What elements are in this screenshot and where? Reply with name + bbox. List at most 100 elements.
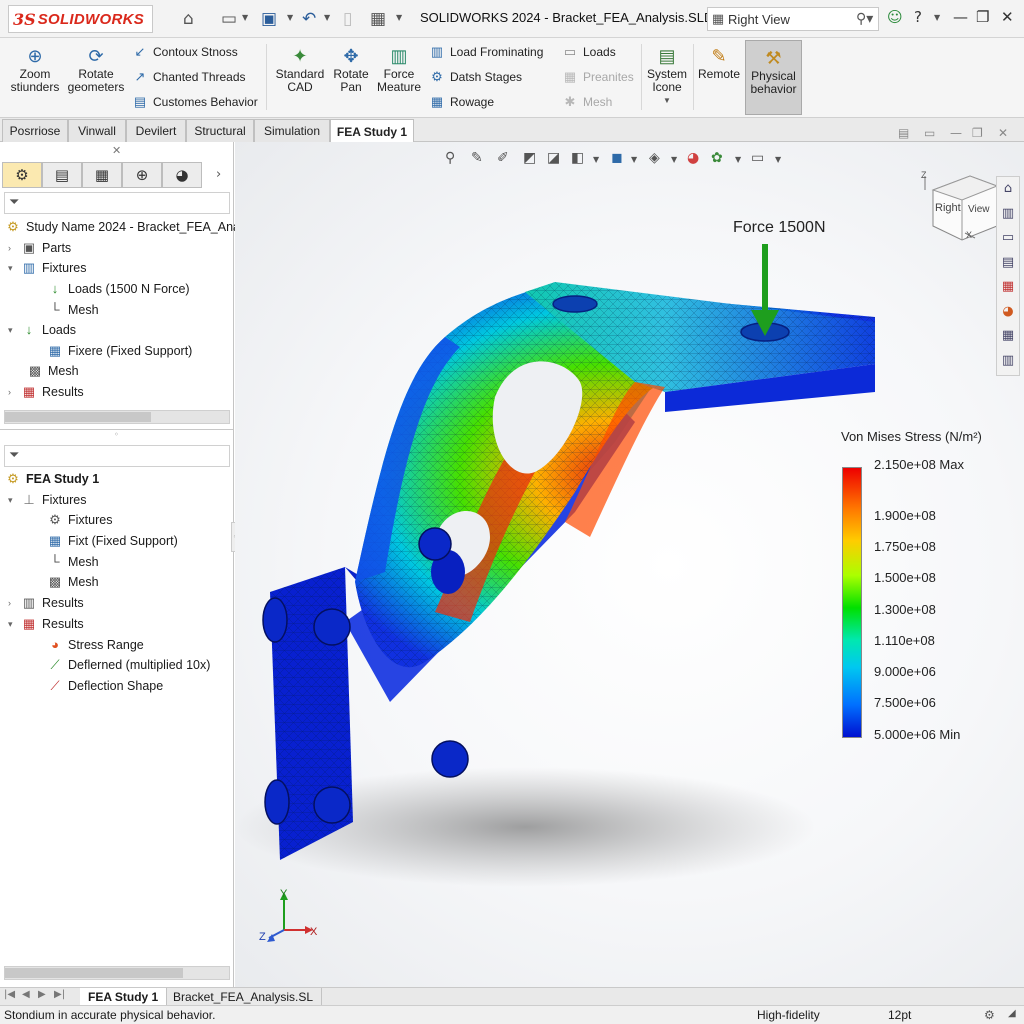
appearance-tab-icon[interactable]: ◕ [162,162,202,188]
options-dropdown-icon[interactable]: ▼ [396,13,402,22]
collapse-arrow-icon[interactable]: ▾ [8,619,20,630]
horizontal-scrollbar[interactable] [4,410,230,424]
tree-mesh[interactable]: ▩ Mesh [46,572,99,592]
close-icon[interactable]: ✕ [1001,8,1014,26]
search-icon[interactable]: ⚲▾ [856,11,878,27]
expand-arrow-icon[interactable]: › [8,387,20,397]
fea-model-graphic[interactable]: Right View Z X Y X Z [235,142,1024,988]
tree-results[interactable]: › ▥ Results [8,593,84,613]
datsh-stages-button[interactable]: ⚙ Datsh Stages [428,67,522,87]
collapse-arrow-icon[interactable]: ▾ [8,325,20,336]
viewport-close-icon[interactable]: ✕ [998,126,1008,140]
horizontal-scrollbar[interactable] [4,966,230,980]
tree-study-name[interactable]: ⚙ Study Name 2024 - Bracket_FEA_Analy [4,217,249,237]
tab-simulation[interactable]: Simulation [254,119,330,142]
tree-stress-range[interactable]: ◕ Stress Range [46,635,144,655]
rotate-geometers-button[interactable]: ⟳ Rotate geometers [64,44,128,94]
tree-deflection-shape[interactable]: ⟋ Deflection Shape [46,676,163,696]
resources-icon[interactable]: ▥ [997,202,1019,227]
tree-fixt[interactable]: ▦ Fixt (Fixed Support) [46,531,178,551]
tree-results[interactable]: › ▦ Results [8,382,84,402]
open-folder-icon[interactable]: ▭ [221,9,237,29]
force-meature-button[interactable]: ▥ Force Meature [374,44,424,94]
rotate-pan-button[interactable]: ✥ Rotate Pan [330,44,372,94]
tree-loads-force[interactable]: ↓ Loads (1500 N Force) [46,279,190,299]
tree-filter-input[interactable]: ⏷ [4,192,230,214]
tab-structural[interactable]: Structural [186,119,254,142]
splitter-handle-icon[interactable]: ◦ [114,430,119,439]
minimize-icon[interactable]: — [953,8,968,26]
tab-vinwall[interactable]: Vinwall [68,119,126,142]
search-input[interactable]: Right View [728,12,856,27]
settings-gear-icon[interactable]: ⚙ [984,1008,995,1022]
tab-scroll-last-icon[interactable]: ▶| [54,989,65,1000]
tree-mesh[interactable]: └ Mesh [46,552,98,572]
chanted-threads-button[interactable]: ↗ Chanted Threads [131,67,246,87]
tree-filter-input[interactable]: ⏷ [4,445,230,467]
undo-dropdown-icon[interactable]: ▼ [324,13,330,22]
save-dropdown-icon[interactable]: ▼ [287,13,293,22]
viewport-split-icon[interactable]: ▭ [924,126,935,140]
system-dropdown-icon[interactable]: ▼ [645,94,689,107]
resize-grip-icon[interactable]: ◢ [1008,1008,1016,1019]
restore-icon[interactable]: ❐ [976,8,989,26]
collapse-arrow-icon[interactable]: ▾ [8,263,20,274]
tab-scroll-next-icon[interactable]: ▶ [38,989,46,1000]
open-dropdown-icon[interactable]: ▼ [242,13,248,22]
configuration-tab-icon[interactable]: ▦ [82,162,122,188]
tree-parts[interactable]: › ▣ Parts [8,238,71,258]
custom-properties-icon[interactable]: ▦ [997,324,1019,349]
tab-fea-study[interactable]: FEA Study 1 [330,119,414,143]
system-icone-button[interactable]: ▤ System Icone ▼ [645,44,689,107]
save-icon[interactable]: ▣ [261,9,277,29]
mesh-button[interactable]: ✱ Mesh [561,92,613,112]
loads-button[interactable]: ▭ Loads [561,42,616,62]
select-icon[interactable]: ▯ [343,9,352,29]
search-box[interactable]: ▦ Right View ⚲▾ [707,7,879,31]
contour-stress-button[interactable]: ↙ Contoux Stnoss [131,42,238,62]
options-icon[interactable]: ▦ [370,9,386,29]
tree-results[interactable]: ▾ ▦ Results [8,614,84,634]
zoom-button[interactable]: ⊕ Zoom stiunders [8,44,62,94]
viewport-layout-icon[interactable]: ▤ [898,126,909,140]
panel-collapse-icon[interactable]: ✕ [112,144,121,157]
preanites-button[interactable]: ▦ Preanites [561,67,634,87]
scrollbar-thumb[interactable] [5,412,151,422]
home-icon[interactable]: ⌂ [183,9,194,29]
property-manager-tab-icon[interactable]: ▤ [42,162,82,188]
standard-cad-button[interactable]: ✦ Standard CAD [272,44,328,94]
remote-button[interactable]: ✎ Remote [697,44,741,81]
feature-tree-tab-icon[interactable]: ⚙ [2,162,42,188]
tree-fixtures-item[interactable]: ⚙ Fixtures [46,510,112,530]
status-quality[interactable]: High-fidelity [757,1008,820,1022]
tree-mesh[interactable]: └ Mesh [46,300,98,320]
rowage-button[interactable]: ▦ Rowage [428,92,494,112]
bottom-tab-fea-study[interactable]: FEA Study 1 [80,988,168,1006]
expand-arrow-icon[interactable]: › [8,598,20,608]
tree-loads[interactable]: ▾ ↓ Loads [8,320,76,340]
user-icon[interactable]: ☺ [887,8,903,26]
solidworks-forum-icon[interactable]: ▥ [997,349,1019,374]
scrollbar-thumb[interactable] [5,968,183,978]
appearances-icon[interactable]: ◕ [997,300,1019,325]
bottom-tab-model[interactable]: Bracket_FEA_Analysis.SL [165,988,323,1006]
dimxpert-tab-icon[interactable]: ⊕ [122,162,162,188]
home-icon[interactable]: ⌂ [997,177,1019,202]
viewport-restore-icon[interactable]: ❐ [972,126,983,140]
solidworks-logo[interactable]: 3S SOLIDWORKS [8,5,153,33]
view-palette-icon[interactable]: ▦ [997,275,1019,300]
physical-behavior-button[interactable]: ⚒ Physical behavior [745,40,802,115]
tree-deflerned[interactable]: ⟋ Deflerned (multiplied 10x) [46,655,210,675]
tree-fixtures[interactable]: ▾ ⊥ Fixtures [8,490,86,510]
tab-posrriose[interactable]: Posrriose [2,119,68,142]
tree-fixtures[interactable]: ▾ ▥ Fixtures [8,258,86,278]
viewport-minimize-icon[interactable]: — [950,126,962,140]
status-font-size[interactable]: 12pt [888,1008,911,1022]
file-explorer-icon[interactable]: ▭ [997,226,1019,251]
collapse-arrow-icon[interactable]: ▾ [8,495,20,506]
tab-devilert[interactable]: Devilert [126,119,186,142]
load-frominating-button[interactable]: ▥ Load Frominating [428,42,544,62]
expand-arrow-icon[interactable]: › [8,243,20,253]
tab-scroll-prev-icon[interactable]: ◀ [22,989,30,1000]
tree-mesh[interactable]: ▩ Mesh [26,361,79,381]
